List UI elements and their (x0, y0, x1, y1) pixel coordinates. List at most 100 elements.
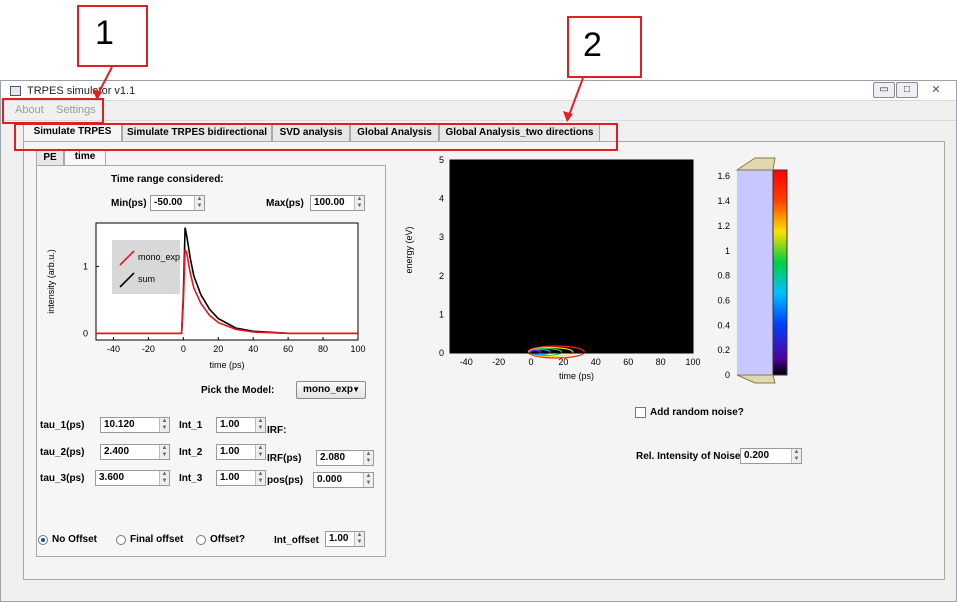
irf-label: IRF(ps) (267, 453, 302, 464)
int2-spinbox[interactable]: 1.00 ▲ ▼ (216, 444, 266, 460)
x-tick-label: 100 (350, 344, 365, 354)
x-tick-label: 60 (283, 344, 293, 354)
irf-heading: IRF: (267, 425, 287, 436)
tau1-label: tau_1(ps) (40, 420, 85, 431)
min-value: -50.00 (154, 197, 183, 208)
model-combobox[interactable]: mono_exp ▼ (296, 381, 366, 399)
min-spinbox[interactable]: -50.00 ▲ ▼ (150, 195, 205, 211)
y-tick-label: 1 (439, 309, 444, 319)
int1-label: Int_1 (179, 420, 203, 431)
legend-label-sum: sum (138, 274, 155, 284)
x-tick-label: 20 (558, 357, 568, 367)
int3-spinbox[interactable]: 1.00 ▲ ▼ (216, 470, 266, 486)
random-noise-label[interactable]: Add random noise? (650, 407, 744, 418)
x-tick-label: -20 (492, 357, 505, 367)
trpes-heatmap-chart: -40 -20 0 20 40 60 80 100 0 1 2 3 4 5 time (ps) energy … (404, 155, 700, 381)
pos-spinbox[interactable]: 0.000 ▲ ▼ (313, 472, 374, 488)
int-offset-value: 1.00 (329, 533, 349, 544)
spin-arrows-icon[interactable]: ▲ ▼ (159, 471, 169, 485)
spin-arrows-icon[interactable]: ▲ ▼ (363, 473, 373, 487)
tau1-value: 10.120 (104, 419, 135, 430)
y-tick-label: 1 (83, 261, 88, 271)
y-tick-label: 5 (439, 155, 444, 165)
spin-arrows-icon[interactable]: ▲ ▼ (255, 471, 265, 485)
x-tick-label: 0 (528, 357, 533, 367)
subtab-time[interactable]: time (64, 149, 106, 165)
no-offset-label[interactable]: No Offset (52, 534, 97, 545)
int2-label: Int_2 (179, 447, 203, 458)
noise-intensity-label: Rel. Intensity of Noise (636, 451, 741, 462)
pick-model-label: Pick the Model: (201, 385, 275, 396)
spin-arrows-icon[interactable]: ▲ ▼ (194, 196, 204, 210)
no-offset-radio[interactable] (38, 535, 48, 545)
random-noise-checkbox[interactable] (635, 407, 646, 418)
colorbar-tick-label: 0.6 (717, 295, 730, 305)
heatmap-area (450, 160, 693, 353)
colorbar-tick-label: 0.4 (717, 320, 730, 330)
y-tick-label: 2 (439, 271, 444, 281)
offset-radio[interactable] (196, 535, 206, 545)
final-offset-label[interactable]: Final offset (130, 534, 183, 545)
x-tick-label: 40 (248, 344, 258, 354)
y-axis-label: intensity (arb.u.) (46, 249, 56, 314)
x-tick-label: 80 (656, 357, 666, 367)
x-tick-label: 100 (685, 357, 700, 367)
colorbar-panel (737, 170, 773, 375)
y-tick-label: 4 (439, 194, 444, 204)
x-tick-label: 40 (591, 357, 601, 367)
legend-label-mono_exp: mono_exp (138, 252, 180, 262)
x-tick-label: 80 (318, 344, 328, 354)
int1-value: 1.00 (220, 419, 240, 430)
y-tick-label: 3 (439, 232, 444, 242)
offset-label[interactable]: Offset? (210, 534, 245, 545)
decay-line-chart: -40 -20 0 20 40 60 80 100 0 1 time (ps) intensity (… (46, 222, 366, 370)
pos-value: 0.000 (317, 474, 343, 485)
int3-label: Int_3 (179, 473, 203, 484)
tau3-value: 3.600 (99, 472, 125, 483)
spin-arrows-icon[interactable]: ▲ ▼ (255, 418, 265, 432)
colorbar-tick-label: 1.2 (717, 221, 730, 231)
noise-intensity-spinbox[interactable]: 0.200 ▲ ▼ (740, 448, 802, 464)
spin-arrows-icon[interactable]: ▲ ▼ (354, 532, 364, 546)
tau2-value: 2.400 (104, 446, 130, 457)
y-axis-label: energy (eV) (404, 226, 414, 273)
x-tick-label: 0 (181, 344, 186, 354)
spin-arrows-icon[interactable]: ▲ ▼ (159, 418, 169, 432)
tau3-label: tau_3(ps) (40, 473, 85, 484)
tau2-label: tau_2(ps) (40, 447, 85, 458)
max-label: Max(ps) (266, 198, 304, 209)
spin-arrows-icon[interactable]: ▲ ▼ (159, 445, 169, 459)
int-offset-spinbox[interactable]: 1.00 ▲ ▼ (325, 531, 365, 547)
annotation-arrows (92, 66, 584, 122)
model-value: mono_exp (303, 384, 354, 395)
spin-arrows-icon[interactable]: ▲ ▼ (791, 449, 801, 463)
time-range-heading: Time range considered: (111, 174, 224, 185)
int-offset-label: Int_offset (274, 535, 319, 546)
tau1-spinbox[interactable]: 10.120 ▲ ▼ (100, 417, 170, 433)
colorbar-gradient (772, 169, 788, 376)
final-offset-radio[interactable] (116, 535, 126, 545)
colorbar: 0 0.2 0.4 0.6 0.8 1 1.2 1.4 1.6 (717, 157, 788, 384)
irf-spinbox[interactable]: 2.080 ▲ ▼ (316, 450, 374, 466)
x-tick-label: -40 (107, 344, 120, 354)
spin-arrows-icon[interactable]: ▲ ▼ (354, 196, 364, 210)
spin-arrows-icon[interactable]: ▲ ▼ (363, 451, 373, 465)
colorbar-tick-label: 1.6 (717, 171, 730, 181)
tau3-spinbox[interactable]: 3.600 ▲ ▼ (95, 470, 170, 486)
pos-label: pos(ps) (267, 475, 304, 486)
spin-arrows-icon[interactable]: ▲ ▼ (255, 445, 265, 459)
subtab-pe[interactable]: PE (36, 150, 64, 165)
colorbar-tick-label: 0 (725, 370, 730, 380)
tau2-spinbox[interactable]: 2.400 ▲ ▼ (100, 444, 170, 460)
dropdown-arrow-icon: ▼ (352, 385, 360, 394)
int2-value: 1.00 (220, 446, 240, 457)
y-tick-label: 0 (83, 328, 88, 338)
colorbar-tick-label: 0.8 (717, 271, 730, 281)
y-tick-label: 0 (439, 348, 444, 358)
max-spinbox[interactable]: 100.00 ▲ ▼ (310, 195, 365, 211)
int1-spinbox[interactable]: 1.00 ▲ ▼ (216, 417, 266, 433)
x-tick-label: 60 (623, 357, 633, 367)
colorbar-tick-label: 1.4 (717, 196, 730, 206)
x-tick-label: -20 (142, 344, 155, 354)
noise-intensity-value: 0.200 (744, 450, 770, 461)
